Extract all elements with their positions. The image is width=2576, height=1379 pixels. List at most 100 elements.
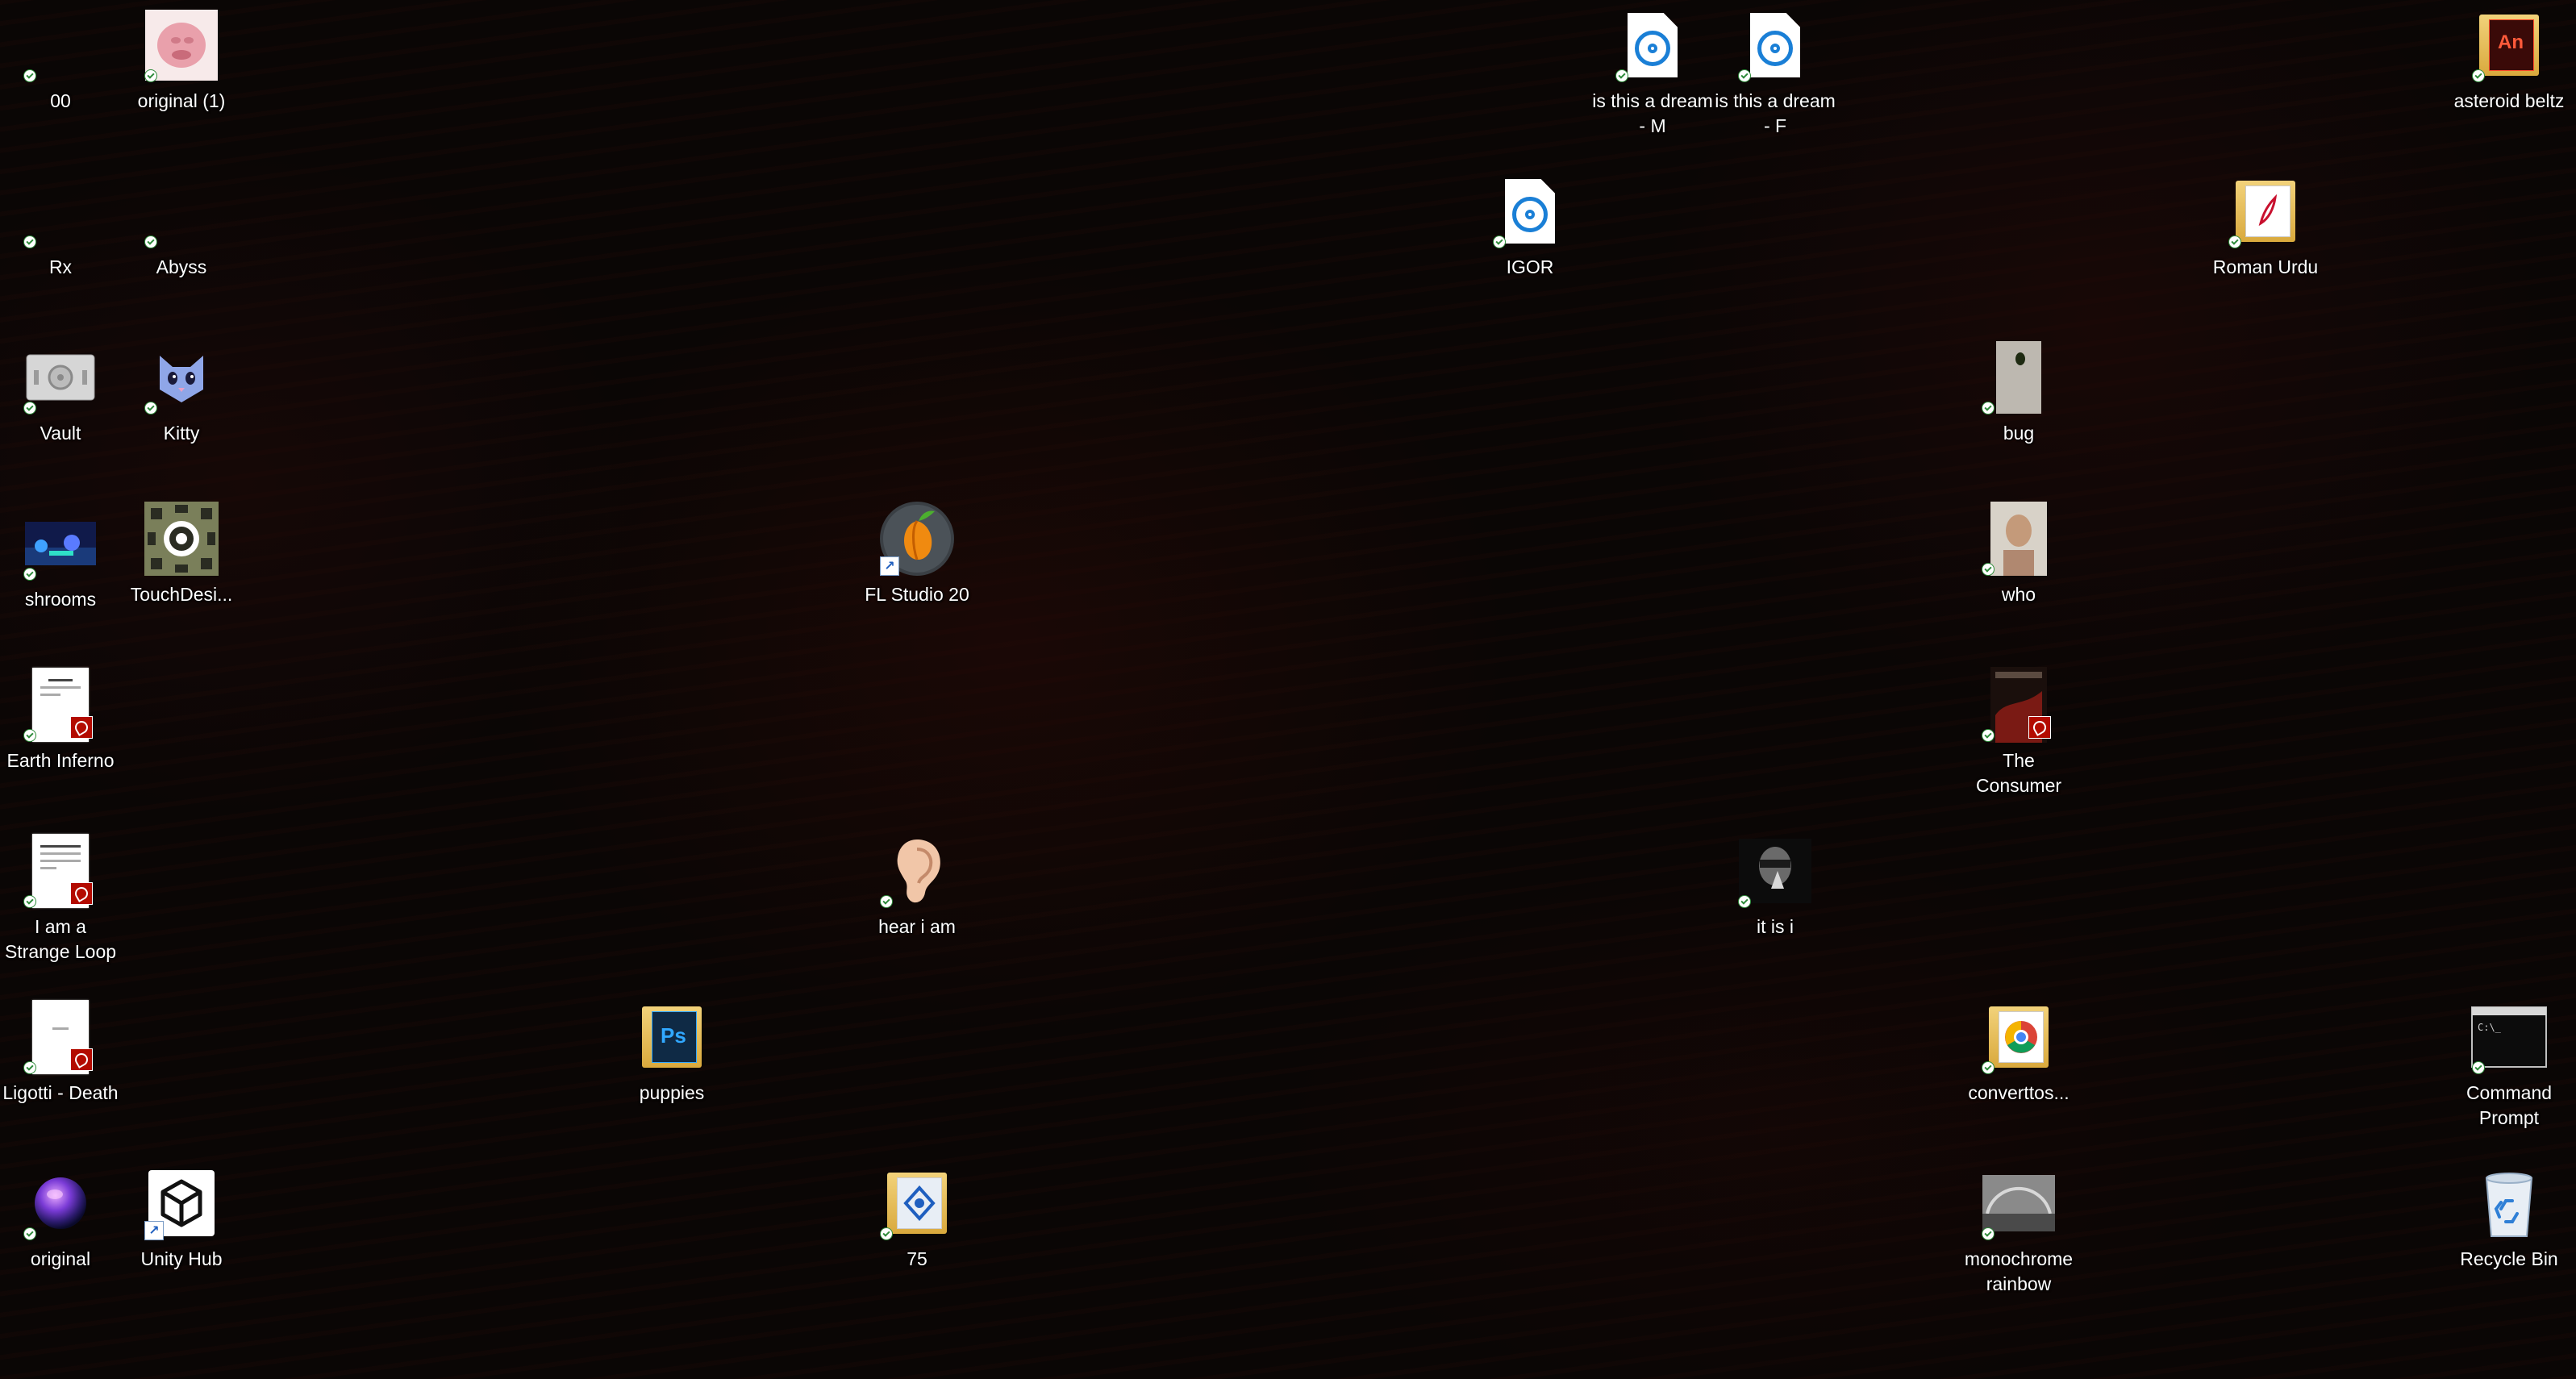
icon-label: Command Prompt bbox=[2466, 1082, 2553, 1128]
sync-status-icon bbox=[1738, 69, 1751, 82]
desktop-icon-ligotti[interactable]: Ligotti - Death bbox=[0, 998, 121, 1106]
sync-status-icon bbox=[880, 895, 893, 908]
desktop-icon-shrooms[interactable]: shrooms bbox=[0, 505, 121, 612]
desktop-icon-vault[interactable]: Vault bbox=[0, 339, 121, 446]
desktop-icon-00[interactable]: 00 bbox=[0, 6, 121, 114]
sync-status-icon bbox=[1982, 1061, 1995, 1074]
sync-status-icon bbox=[1493, 235, 1506, 248]
image-thumbnail-icon bbox=[22, 505, 99, 582]
desktop-icon-dream-m[interactable]: is this a dream - M bbox=[1592, 6, 1713, 139]
desktop-icon-it-is-i[interactable]: it is i bbox=[1715, 832, 1836, 939]
desktop-icon-strange-loop[interactable]: I am a Strange Loop bbox=[0, 832, 121, 964]
icon-label: Abyss bbox=[156, 256, 207, 277]
icon-label: bug bbox=[2003, 423, 2035, 444]
desktop-icon-monochrome-rainbow[interactable]: monochrome rainbow bbox=[1958, 1164, 2079, 1297]
desktop-icon-75[interactable]: 75 bbox=[857, 1164, 977, 1272]
icon-label: is this a dream - M bbox=[1592, 90, 1713, 136]
sync-status-icon bbox=[23, 568, 36, 581]
icon-label: Kitty bbox=[163, 423, 200, 444]
icon-label: asteroid beltz bbox=[2453, 90, 2565, 111]
desktop-icon-command-prompt[interactable]: C:\_ Command Prompt bbox=[2449, 998, 2570, 1131]
desktop-icon-original[interactable]: original bbox=[0, 1164, 121, 1272]
pdf-file-icon bbox=[22, 832, 99, 910]
icon-label: Roman Urdu bbox=[2212, 256, 2319, 277]
pdf-badge-icon bbox=[70, 882, 93, 905]
desktop-icon-fl-studio[interactable]: ↗ FL Studio 20 bbox=[857, 500, 977, 607]
pdf-file-icon bbox=[1980, 666, 2057, 744]
icon-label: original bbox=[30, 1248, 91, 1269]
icon-label: puppies bbox=[639, 1082, 705, 1103]
command-prompt-app-icon: C:\_ bbox=[2470, 998, 2548, 1076]
media-file-icon bbox=[1736, 6, 1814, 84]
icon-label: The Consumer bbox=[1975, 750, 2062, 796]
ear-image-icon bbox=[878, 832, 956, 910]
person-image-icon bbox=[1980, 500, 2057, 577]
desktop-icon-kitty[interactable]: Kitty bbox=[121, 339, 242, 446]
icon-label: Vault bbox=[40, 423, 81, 444]
sync-status-icon bbox=[1982, 1227, 1995, 1240]
sync-status-icon bbox=[1738, 895, 1751, 908]
pdf-badge-icon bbox=[70, 1048, 93, 1071]
pdf-badge-icon bbox=[70, 716, 93, 739]
touchdesigner-app-icon bbox=[143, 500, 220, 577]
shortcut-arrow-icon: ↗ bbox=[144, 1221, 164, 1240]
icon-label: 75 bbox=[907, 1248, 927, 1269]
desktop-icon-rx[interactable]: Rx bbox=[0, 173, 121, 280]
desktop-icon-roman-urdu[interactable]: Roman Urdu bbox=[2205, 173, 2326, 280]
icon-label: FL Studio 20 bbox=[865, 584, 969, 605]
desktop-icon-bug[interactable]: bug bbox=[1958, 339, 2079, 446]
sync-status-icon bbox=[2228, 235, 2241, 248]
icon-label: monochrome rainbow bbox=[1964, 1248, 2074, 1294]
desktop-icon-unity-hub[interactable]: ↗ Unity Hub bbox=[121, 1164, 242, 1272]
landscape-image-icon bbox=[1980, 1164, 2057, 1242]
icon-label: TouchDesi... bbox=[130, 584, 233, 605]
fl-studio-app-icon: ↗ bbox=[878, 500, 956, 577]
icon-label: Recycle Bin bbox=[2460, 1248, 2558, 1269]
folder-pdf-icon bbox=[2227, 173, 2304, 250]
sync-status-icon bbox=[144, 235, 157, 248]
icon-label: it is i bbox=[1757, 916, 1794, 937]
svg-text:C:\_: C:\_ bbox=[2478, 1022, 2502, 1033]
desktop-icon-touchdesigner[interactable]: TouchDesi... bbox=[121, 500, 242, 607]
icon-label: shrooms bbox=[24, 589, 97, 610]
sync-status-icon bbox=[1982, 402, 1995, 415]
blank-file-icon bbox=[22, 6, 99, 84]
desktop-icon-recycle-bin[interactable]: Recycle Bin bbox=[2449, 1164, 2570, 1272]
desktop[interactable]: 00 Rx Vault shrooms Earth Inferno I am a… bbox=[0, 0, 2576, 1379]
sync-status-icon bbox=[23, 1061, 36, 1074]
desktop-icon-the-consumer[interactable]: The Consumer bbox=[1958, 666, 2079, 798]
sync-status-icon bbox=[144, 69, 157, 82]
icon-label: I am a Strange Loop bbox=[4, 916, 117, 962]
sync-status-icon bbox=[2472, 69, 2485, 82]
desktop-icon-dream-f[interactable]: is this a dream - F bbox=[1715, 6, 1836, 139]
recycle-bin-icon bbox=[2470, 1164, 2548, 1242]
folder-photoshop-icon: Ps bbox=[633, 998, 711, 1076]
icon-label: IGOR bbox=[1506, 256, 1554, 277]
icon-label: Earth Inferno bbox=[6, 750, 115, 771]
icon-label: converttos... bbox=[1968, 1082, 2070, 1103]
sync-status-icon bbox=[23, 402, 36, 415]
pink-figure-image-icon bbox=[143, 6, 220, 84]
shortcut-arrow-icon: ↗ bbox=[880, 556, 899, 576]
sync-status-icon bbox=[1982, 563, 1995, 576]
blank-file-icon bbox=[22, 173, 99, 250]
desktop-icon-hear-i-am[interactable]: hear i am bbox=[857, 832, 977, 939]
desktop-icon-who[interactable]: who bbox=[1958, 500, 2079, 607]
sync-status-icon bbox=[23, 1227, 36, 1240]
desktop-icon-puppies[interactable]: Ps puppies bbox=[611, 998, 732, 1106]
pdf-file-icon bbox=[22, 998, 99, 1076]
icon-label: Unity Hub bbox=[140, 1248, 223, 1269]
media-file-icon bbox=[1614, 6, 1691, 84]
desktop-icon-igor[interactable]: IGOR bbox=[1469, 173, 1590, 280]
desktop-icon-original-1[interactable]: original (1) bbox=[121, 6, 242, 114]
desktop-icon-earth-inferno[interactable]: Earth Inferno bbox=[0, 666, 121, 773]
pdf-badge-icon bbox=[2028, 716, 2051, 739]
desktop-icon-converttos[interactable]: converttos... bbox=[1958, 998, 2079, 1106]
unity-hub-app-icon: ↗ bbox=[143, 1164, 220, 1242]
desktop-icon-abyss[interactable]: Abyss bbox=[121, 173, 242, 280]
orb-image-icon bbox=[22, 1164, 99, 1242]
desktop-icon-asteroid-beltz[interactable]: An asteroid beltz bbox=[2449, 6, 2570, 114]
folder-chrome-icon bbox=[1980, 998, 2057, 1076]
folder-animate-icon: An bbox=[2470, 6, 2548, 84]
icon-label: hear i am bbox=[878, 916, 956, 937]
